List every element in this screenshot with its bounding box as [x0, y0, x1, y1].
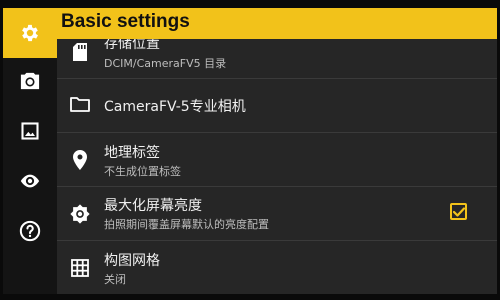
setting-title: 存储位置	[104, 39, 160, 52]
setting-title: CameraFV-5专业相机	[104, 99, 246, 115]
sd-card-icon	[67, 39, 93, 65]
rail-item-camera[interactable]	[3, 56, 57, 106]
brightness-icon	[67, 201, 93, 227]
app-window: Basic settings 存储位置 DCIM/CameraFV5 目录 Ca…	[0, 0, 500, 300]
checkmark-icon	[452, 202, 465, 221]
camera-icon	[19, 71, 41, 91]
setting-subtitle: DCIM/CameraFV5 目录	[104, 57, 227, 70]
rail-item-image[interactable]	[3, 106, 57, 156]
setting-title: 最大化屏幕亮度	[104, 198, 202, 214]
setting-camerafv5-folder[interactable]: CameraFV-5专业相机	[57, 79, 497, 133]
image-icon	[20, 121, 40, 141]
setting-title: 构图网格	[104, 253, 160, 269]
grid-icon	[67, 255, 93, 281]
eye-icon	[19, 173, 41, 189]
settings-header: Basic settings	[57, 8, 497, 39]
help-icon	[19, 220, 41, 242]
gear-icon	[19, 22, 41, 44]
setting-subtitle: 拍照期间覆盖屏幕默认的亮度配置	[104, 218, 269, 231]
location-pin-icon	[67, 147, 93, 173]
settings-list: 存储位置 DCIM/CameraFV5 目录 CameraFV-5专业相机 地理…	[57, 39, 497, 294]
settings-category-rail	[3, 8, 57, 294]
setting-title: 地理标签	[104, 145, 160, 161]
rail-item-basic-settings[interactable]	[3, 8, 57, 58]
setting-composition-grid[interactable]: 构图网格 关闭	[57, 241, 497, 294]
setting-storage-location[interactable]: 存储位置 DCIM/CameraFV5 目录	[57, 39, 497, 79]
rail-item-help[interactable]	[3, 206, 57, 256]
rail-item-view[interactable]	[3, 156, 57, 206]
folder-icon	[67, 91, 93, 117]
setting-geotag[interactable]: 地理标签 不生成位置标签	[57, 133, 497, 187]
setting-subtitle: 不生成位置标签	[104, 165, 181, 178]
setting-max-brightness[interactable]: 最大化屏幕亮度 拍照期间覆盖屏幕默认的亮度配置	[57, 187, 497, 241]
setting-subtitle: 关闭	[104, 273, 126, 286]
max-brightness-checkbox[interactable]	[450, 203, 467, 220]
page-title: Basic settings	[61, 11, 190, 32]
